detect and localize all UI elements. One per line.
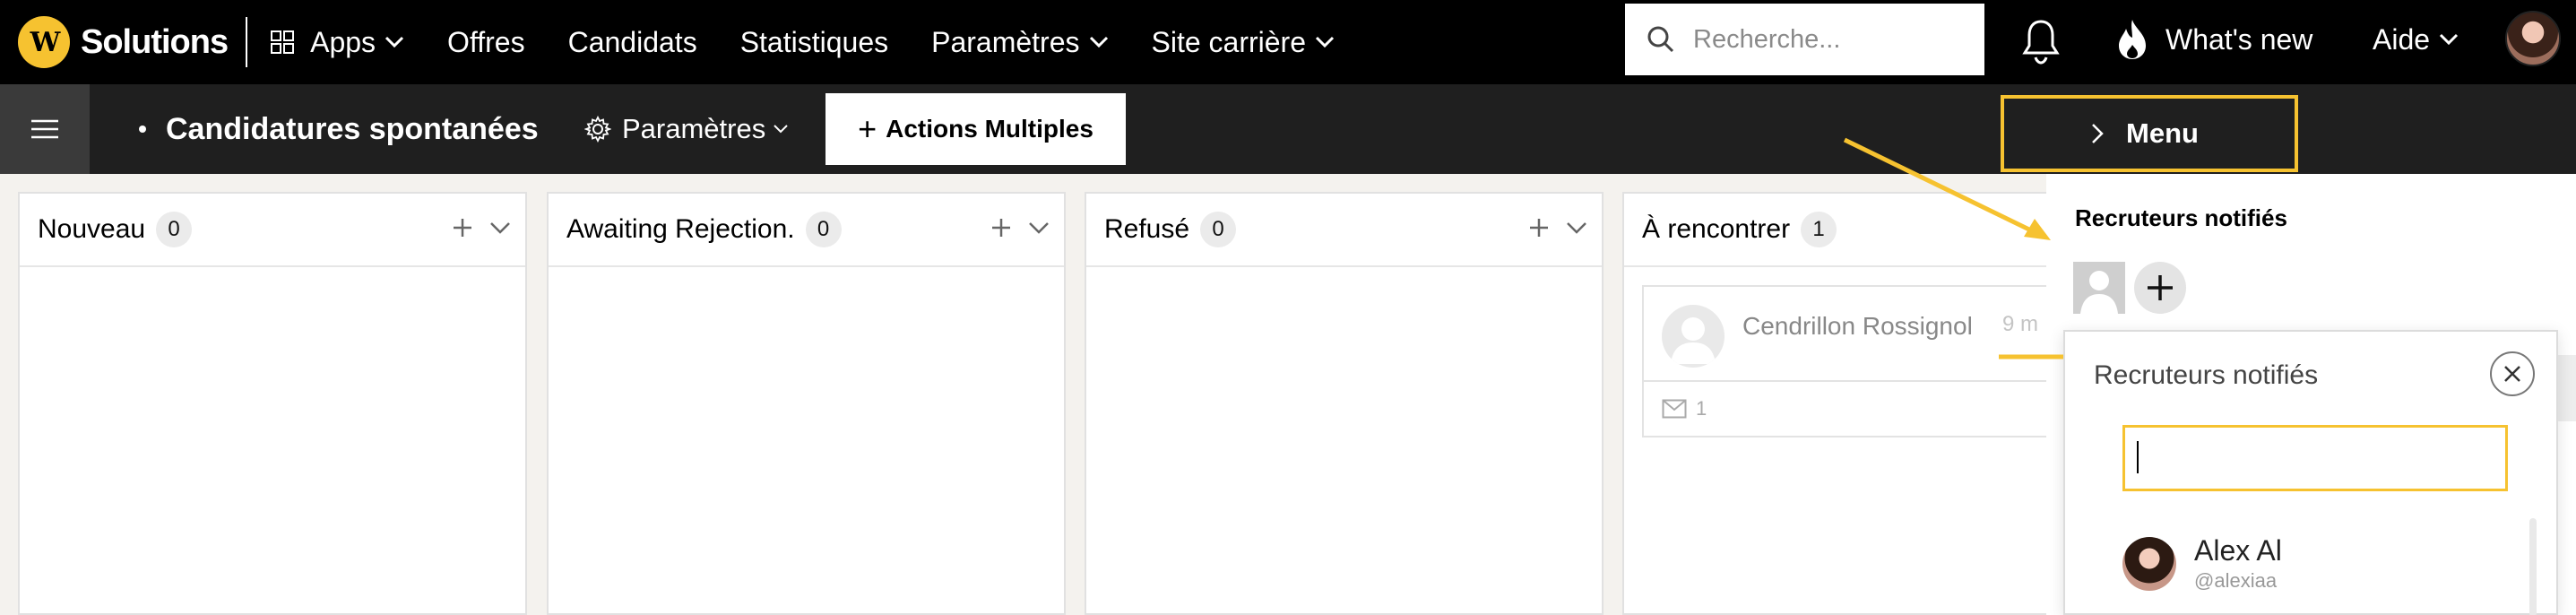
nav-site-carriere[interactable]: Site carrière [1152,26,1336,59]
candidate-card[interactable]: Cendrillon Rossignol 9 m 1 [1642,285,2072,437]
column-title: Awaiting Rejection. [566,214,795,244]
help-label: Aide [2373,22,2431,56]
nav-statistiques-label: Statistiques [739,25,889,58]
recruiter-result-name: Alex Al [2194,534,2282,567]
column-count-badge: 0 [805,212,842,247]
column-title: À rencontrer [1642,214,1791,244]
notified-recruiters-title: Recruteurs notifiés [2075,204,2287,231]
recruiter-search-input[interactable] [2122,425,2508,491]
grid-icon [271,30,295,54]
menu-toggle-button[interactable]: Menu [2001,95,2298,172]
recruiter-result-text: Alex Al @alexiaa [2194,534,2282,593]
plus-icon [2148,275,2173,300]
column-count-badge: 0 [156,212,193,247]
sub-toolbar: Candidatures spontanées Paramètres + Act… [0,84,2576,174]
nav-statistiques[interactable]: Statistiques [740,26,888,59]
column-tools [436,217,511,238]
popup-title: Recruteurs notifiés [2094,360,2319,390]
nav-apps-label: Apps [310,25,376,58]
nav-apps[interactable]: Apps [271,26,404,59]
column-title: Nouveau [38,214,146,244]
message-count: 1 [1696,397,1707,420]
search-box[interactable] [1625,4,1984,75]
person-placeholder-icon [2080,271,2118,314]
nav-offres-label: Offres [447,25,525,58]
nav-parametres-label: Paramètres [931,25,1080,58]
panel-edge [2558,355,2576,421]
search-icon [1647,26,1674,53]
add-icon[interactable] [1528,217,1550,238]
column-header: Awaiting Rejection. 0 [549,194,1064,267]
column-count-badge: 1 [1801,212,1837,247]
nav-candidats[interactable]: Candidats [568,26,697,59]
recruiter-search-popup: Recruteurs notifiés Alex Al @alexiaa [2063,330,2558,615]
column-title: Refusé [1104,214,1190,244]
recruiter-result-avatar [2122,536,2176,591]
column-header: Refusé 0 [1086,194,1602,267]
chevron-down-icon [2439,33,2459,46]
recruiter-result-item[interactable]: Alex Al @alexiaa [2122,534,2282,593]
nav-parametres[interactable]: Paramètres [931,26,1108,59]
chevron-right-icon [2092,124,2104,143]
hamburger-icon [31,119,58,139]
bell-icon[interactable] [2021,18,2061,65]
board-column-refuse: Refusé 0 [1085,192,1604,615]
nav-candidats-label: Candidats [567,25,697,58]
popup-scrollbar[interactable] [2529,518,2537,615]
logo[interactable]: W Solutions [18,0,229,84]
app-root: W Solutions Apps Offres Candidats Statis… [0,0,2576,615]
whats-new-label: What's new [2165,22,2313,56]
column-tools [974,217,1050,238]
close-button[interactable] [2490,351,2535,396]
board-column-awaiting-rejection: Awaiting Rejection. 0 [547,192,1066,615]
gear-icon [584,116,611,143]
chevron-down-icon[interactable] [1566,221,1587,235]
column-tools [1512,217,1587,238]
candidate-card-footer: 1 [1644,382,2070,436]
top-navbar: W Solutions Apps Offres Candidats Statis… [0,0,2576,84]
add-recruiter-button[interactable] [2134,262,2186,314]
bulk-actions-button[interactable]: + Actions Multiples [826,93,1126,165]
close-icon [2504,366,2520,382]
logo-text: Solutions [81,22,229,61]
user-avatar[interactable] [2505,11,2561,66]
page-title: Candidatures spontanées [139,84,539,174]
hamburger-menu-button[interactable] [0,84,90,174]
envelope-icon [1662,399,1687,419]
candidate-time: 9 m [2002,312,2039,336]
person-placeholder-icon [1671,317,1716,364]
logo-mark: W [18,16,70,68]
flame-icon [2119,20,2146,59]
search-input[interactable] [1693,24,1962,55]
board-column-nouveau: Nouveau 0 [18,192,527,615]
chevron-down-icon [1089,36,1108,48]
nav-site-carriere-label: Site carrière [1151,25,1307,58]
bulk-actions-label: Actions Multiples [886,115,1094,143]
chevron-down-icon[interactable] [489,221,511,235]
help-menu[interactable]: Aide [2373,0,2459,79]
menu-label: Menu [2126,117,2199,149]
page-title-label: Candidatures spontanées [166,111,539,146]
chevron-down-icon [1315,36,1335,48]
candidate-name: Cendrillon Rossignol [1742,312,1973,340]
recruiter-result-handle: @alexiaa [2194,569,2278,592]
logo-divider [246,17,248,67]
candidate-card-header: Cendrillon Rossignol 9 m [1644,287,2070,382]
chevron-down-icon[interactable] [1028,221,1050,235]
nav-offres[interactable]: Offres [447,26,525,59]
chevron-down-icon [385,36,404,48]
column-header: Nouveau 0 [20,194,525,267]
recruiter-avatar [2073,262,2125,314]
settings-label: Paramètres [622,113,766,144]
chevron-down-icon [774,125,788,134]
whats-new-link[interactable]: What's new [2115,0,2312,79]
text-caret [2137,441,2139,473]
add-icon[interactable] [990,217,1012,238]
add-icon[interactable] [452,217,473,238]
column-count-badge: 0 [1200,212,1237,247]
plus-icon: + [858,110,877,147]
settings-dropdown[interactable]: Paramètres [584,84,789,174]
candidate-avatar [1662,305,1725,368]
bullet-icon [139,126,146,133]
